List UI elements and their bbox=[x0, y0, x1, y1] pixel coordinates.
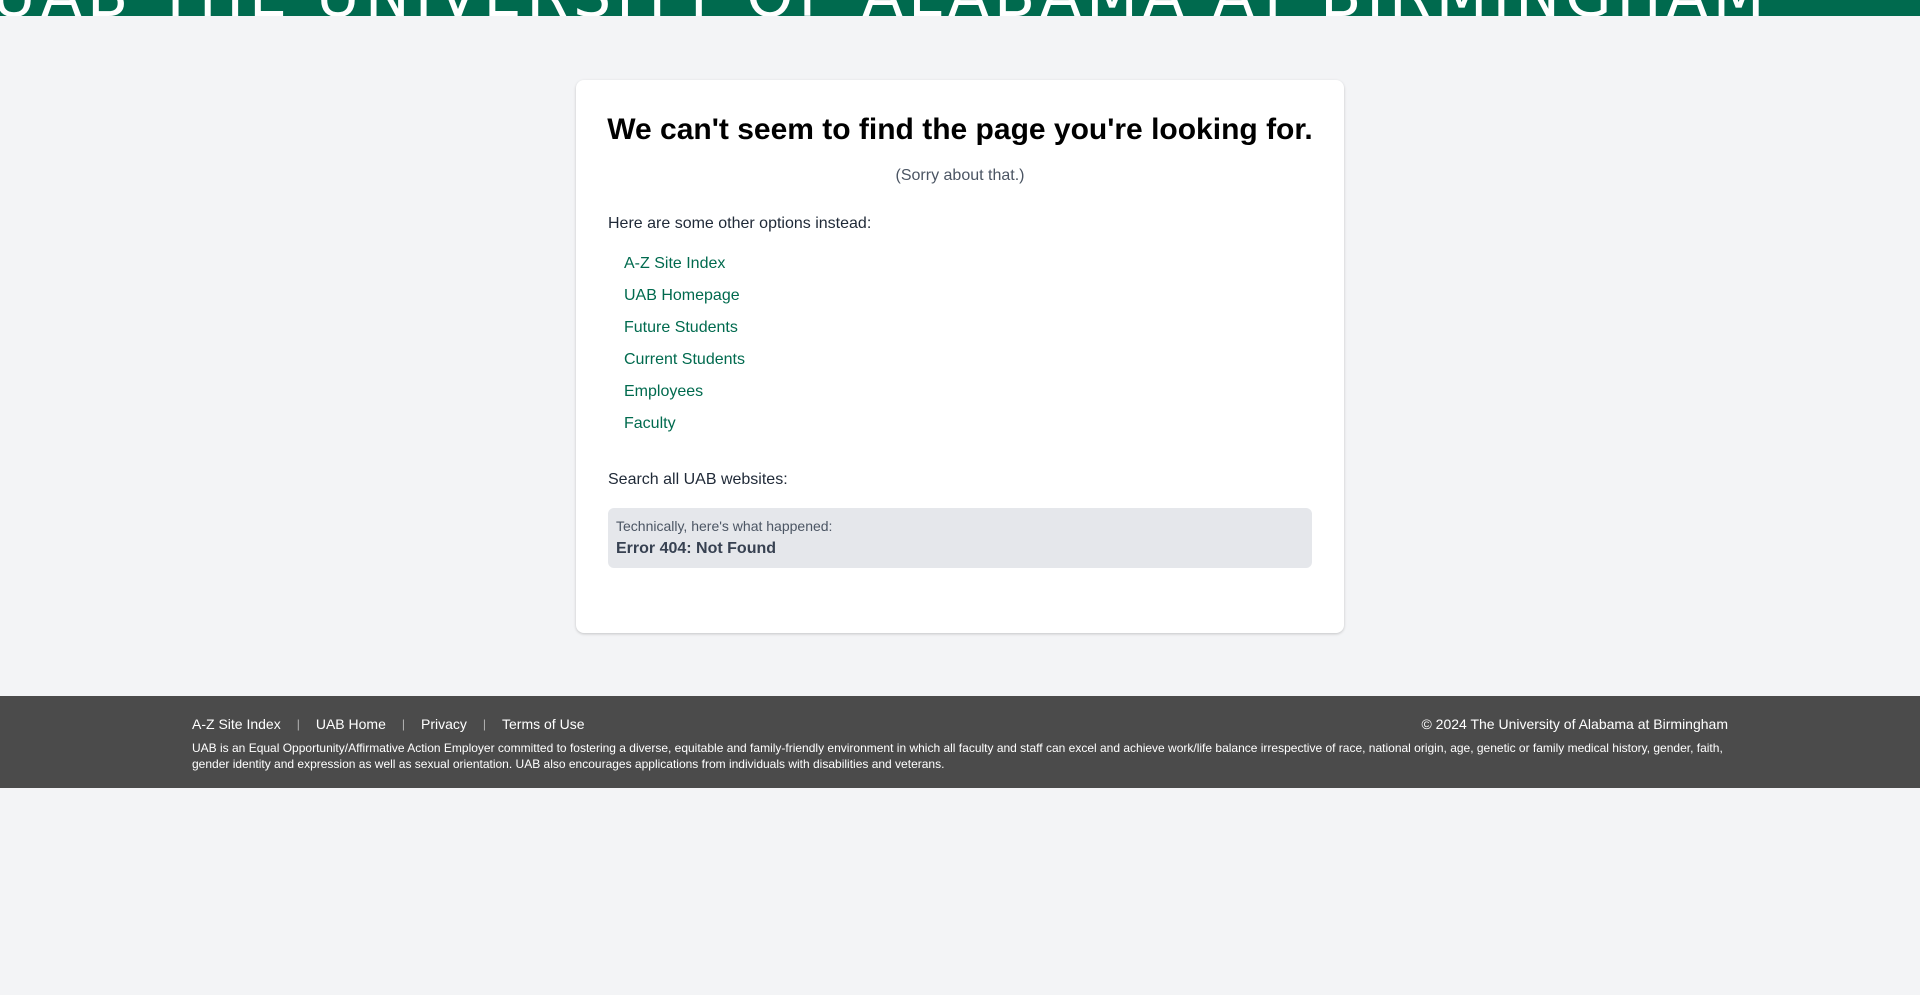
link-az-site-index[interactable]: A-Z Site Index bbox=[624, 255, 725, 272]
site-footer: A-Z Site Index | UAB Home | Privacy | Te… bbox=[0, 696, 1920, 788]
link-faculty[interactable]: Faculty bbox=[624, 415, 676, 432]
apology-text: (Sorry about that.) bbox=[895, 167, 1025, 184]
error-code: Error 404: Not Found bbox=[616, 540, 777, 557]
list-item: Future Students bbox=[624, 318, 745, 350]
footer-separator: | bbox=[482, 717, 487, 731]
list-item: A-Z Site Index bbox=[624, 254, 745, 286]
copyright-text: © 2024 The University of Alabama at Birm… bbox=[1421, 716, 1728, 732]
footer-link-privacy[interactable]: Privacy bbox=[421, 714, 467, 734]
uab-wordmark-text: UAB THE UNIVERSITY OF ALABAMA AT BIRMING… bbox=[0, 0, 1769, 16]
link-uab-homepage[interactable]: UAB Homepage bbox=[624, 287, 740, 304]
error-details-box: Technically, here's what happened: Error… bbox=[608, 508, 1312, 568]
link-employees[interactable]: Employees bbox=[624, 383, 703, 400]
page-title: We can't seem to find the page you're lo… bbox=[607, 113, 1313, 146]
list-item: Employees bbox=[624, 382, 745, 414]
footer-link-uab-home[interactable]: UAB Home bbox=[316, 714, 386, 734]
list-item: UAB Homepage bbox=[624, 286, 745, 318]
list-item: Current Students bbox=[624, 350, 745, 382]
footer-separator: | bbox=[296, 717, 300, 731]
uab-wordmark-banner: UAB THE UNIVERSITY OF ALABAMA AT BIRMING… bbox=[0, 0, 1920, 16]
search-label: Search all UAB websites: bbox=[608, 471, 788, 488]
link-current-students[interactable]: Current Students bbox=[624, 351, 745, 368]
footer-nav: A-Z Site Index | UAB Home | Privacy | Te… bbox=[192, 714, 584, 734]
error-caption: Technically, here's what happened: bbox=[616, 518, 833, 534]
footer-link-terms-of-use[interactable]: Terms of Use bbox=[502, 714, 584, 734]
options-intro: Here are some other options instead: bbox=[608, 215, 872, 232]
eeo-statement: UAB is an Equal Opportunity/Affirmative … bbox=[192, 741, 1723, 771]
footer-separator: | bbox=[401, 717, 405, 731]
list-item: Faculty bbox=[624, 414, 745, 446]
link-future-students[interactable]: Future Students bbox=[624, 319, 738, 336]
options-list: A-Z Site Index UAB Homepage Future Stude… bbox=[624, 254, 745, 446]
footer-link-az-site-index[interactable]: A-Z Site Index bbox=[192, 714, 281, 734]
error-card: We can't seem to find the page you're lo… bbox=[576, 80, 1344, 633]
